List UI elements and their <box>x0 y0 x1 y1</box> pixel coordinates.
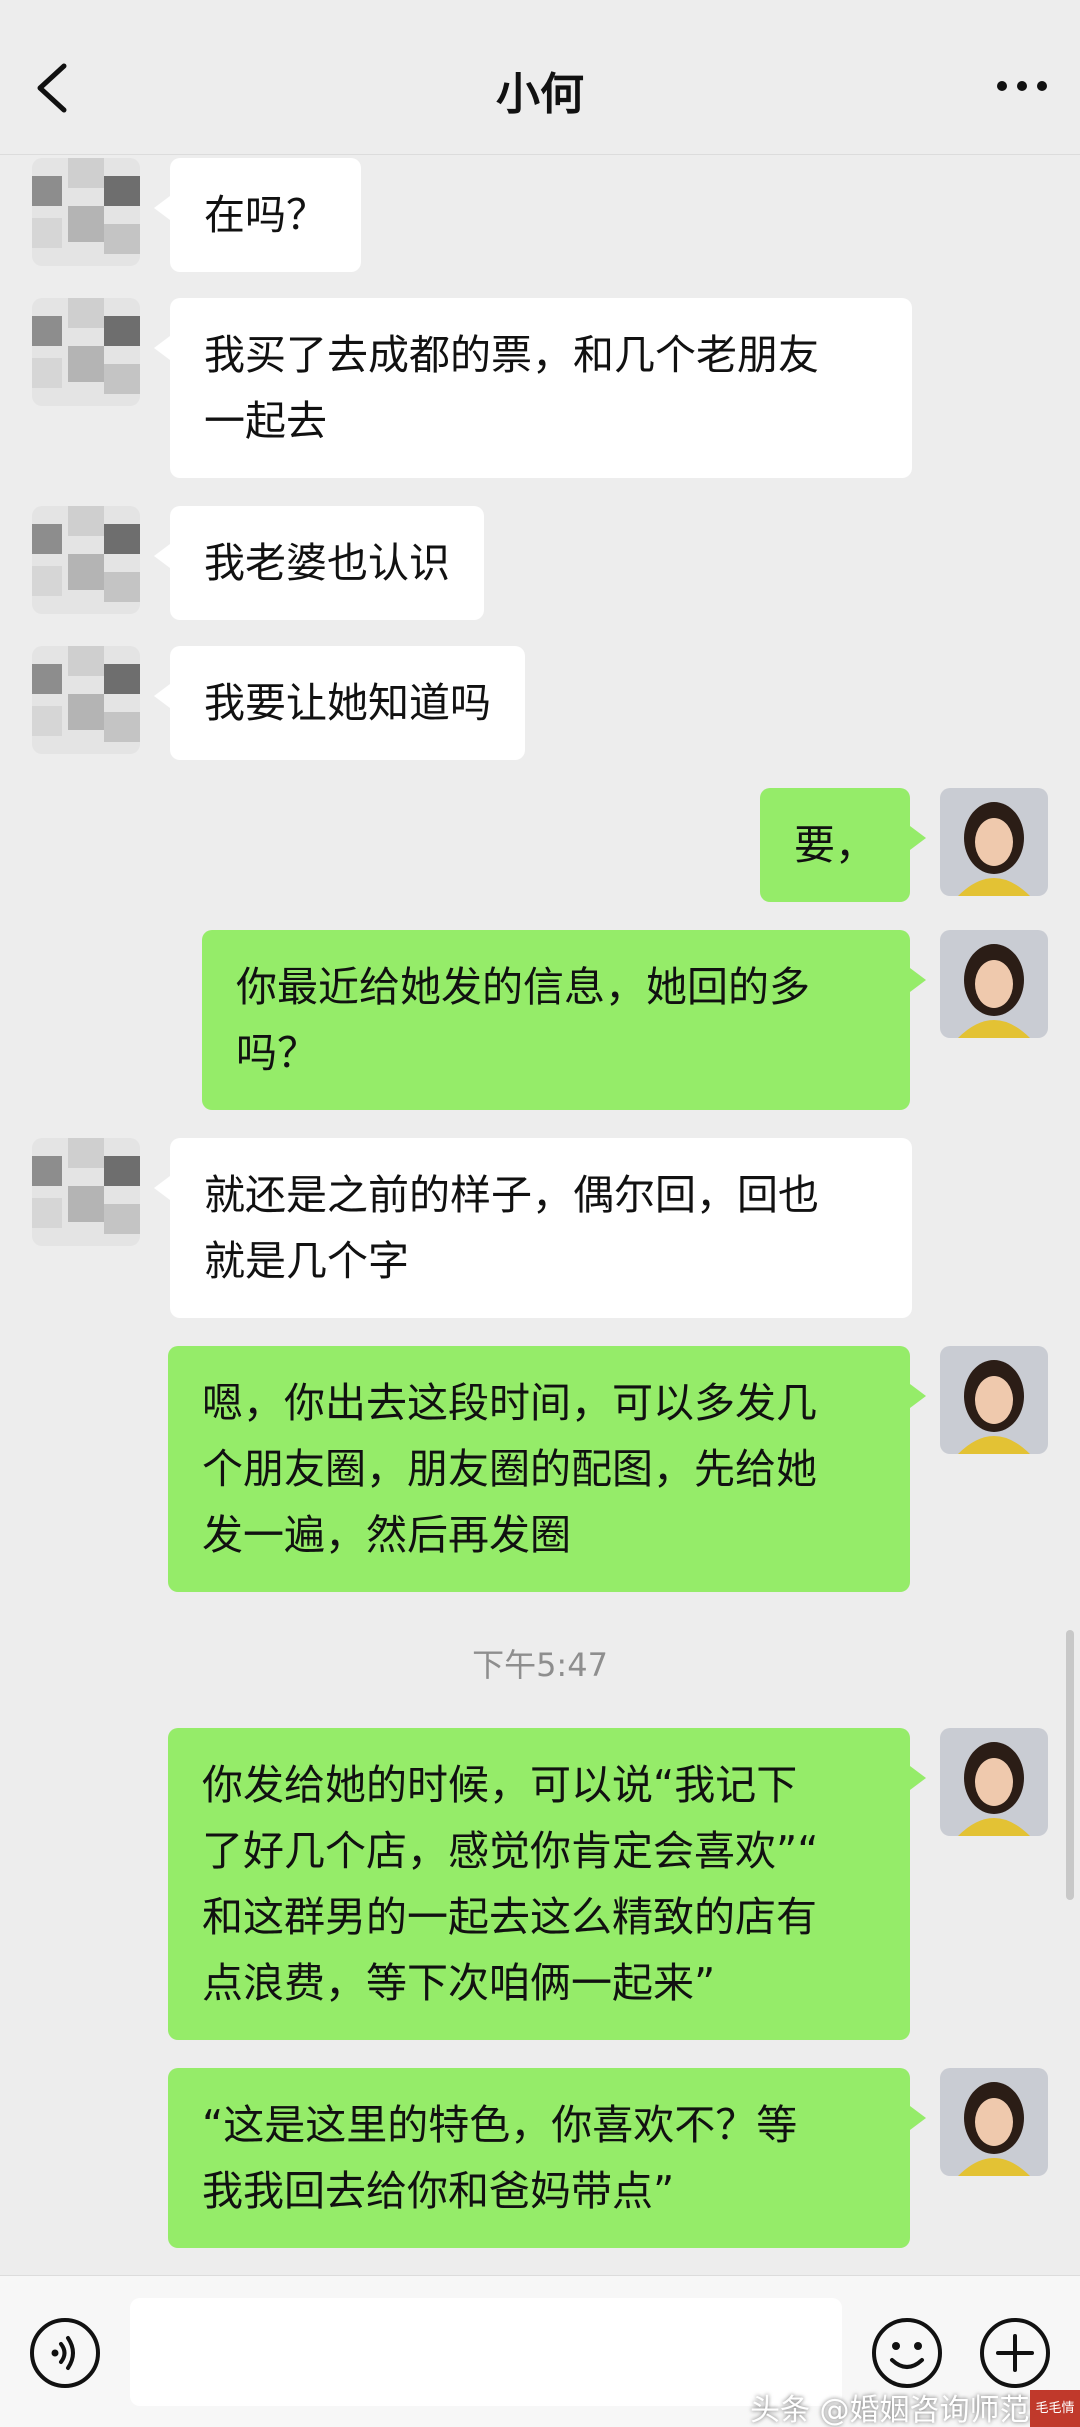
outgoing-message-bubble[interactable]: “这是这里的特色，你喜欢不？等 我我回去给你和爸妈带点” <box>168 2068 926 2248</box>
my-avatar[interactable] <box>940 930 1048 1038</box>
corner-stamp: 毛毛情感 <box>1030 2390 1080 2427</box>
more-button[interactable] <box>992 66 1052 106</box>
chat-header: 小何 <box>0 0 1080 155</box>
my-avatar[interactable] <box>940 788 1048 896</box>
my-avatar[interactable] <box>940 1346 1048 1454</box>
chat-title: 小何 <box>496 69 584 120</box>
outgoing-message-bubble[interactable]: 你发给她的时候，可以说“我记下 了好几个店，感觉你肯定会喜欢”“ 和这群男的一起… <box>168 1728 926 2040</box>
more-dots-icon <box>997 81 1047 91</box>
message-input[interactable] <box>130 2298 842 2406</box>
incoming-message-bubble[interactable]: 在吗？ <box>154 158 361 272</box>
plus-icon <box>980 2318 1050 2388</box>
outgoing-message-bubble[interactable]: 嗯，你出去这段时间，可以多发几 个朋友圈，朋友圈的配图，先给她 发一遍，然后再发… <box>168 1346 926 1592</box>
incoming-message-bubble[interactable]: 我老婆也认识 <box>154 506 484 620</box>
my-avatar[interactable] <box>940 1728 1048 1836</box>
outgoing-message-bubble[interactable]: 你最近给她发的信息，她回的多 吗？ <box>202 930 926 1110</box>
incoming-message-bubble[interactable]: 我要让她知道吗 <box>154 646 525 760</box>
contact-avatar[interactable] <box>32 298 140 406</box>
voice-icon <box>30 2318 100 2388</box>
message-timestamp: 下午5:47 <box>472 1646 608 1684</box>
voice-button[interactable] <box>28 2316 102 2390</box>
scrollbar[interactable] <box>1066 1630 1074 1900</box>
contact-avatar[interactable] <box>32 506 140 614</box>
contact-avatar[interactable] <box>32 158 140 266</box>
contact-avatar[interactable] <box>32 646 140 754</box>
outgoing-message-bubble[interactable]: 要， <box>760 788 926 902</box>
plus-button[interactable] <box>978 2316 1052 2390</box>
incoming-message-bubble[interactable]: 我买了去成都的票，和几个老朋友 一起去 <box>154 298 912 478</box>
incoming-message-bubble[interactable]: 就还是之前的样子，偶尔回，回也 就是几个字 <box>154 1138 912 1318</box>
my-avatar[interactable] <box>940 2068 1048 2176</box>
emoji-icon <box>872 2318 942 2388</box>
emoji-button[interactable] <box>870 2316 944 2390</box>
contact-avatar[interactable] <box>32 1138 140 1246</box>
